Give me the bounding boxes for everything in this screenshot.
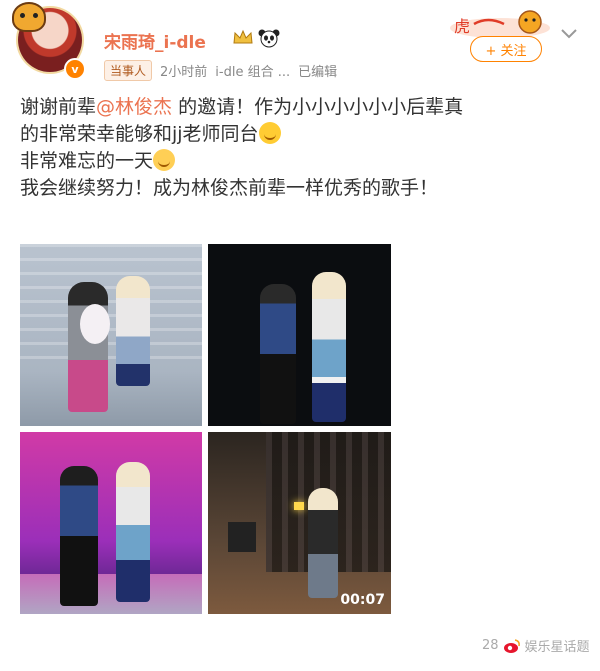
username[interactable]: 宋雨琦_i-dle [104, 28, 206, 53]
video-duration: 00:07 [340, 592, 385, 608]
panda-icon [258, 29, 280, 48]
text-segment: 非常难忘的一天 [20, 150, 154, 172]
post-time: 2小时前 [160, 65, 208, 80]
like-count[interactable]: 28 [482, 638, 499, 653]
verified-badge-icon: v [64, 58, 86, 80]
footer: 28 娱乐星话题 [482, 636, 590, 655]
post-meta: 当事人 2小时前 i-dle 组合 ... 已编辑 [104, 60, 337, 81]
post-body: 谢谢前辈@林俊杰 的邀请！作为小小小小小小后辈真 的非常荣幸能够和jj老师同台 … [20, 94, 590, 202]
post-line-4: 我会继续努力！成为林俊杰前辈一样优秀的歌手！ [20, 177, 439, 199]
svg-text:虎: 虎 [454, 17, 470, 36]
photo-1[interactable] [20, 244, 202, 426]
mention-link[interactable]: @林俊杰 [96, 96, 172, 118]
post-source[interactable]: i-dle 组合 ... [215, 61, 290, 80]
post-line-1: 谢谢前辈@林俊杰 的邀请！作为小小小小小小后辈真 [20, 94, 590, 121]
role-tag: 当事人 [104, 60, 153, 81]
post-line-3: 非常难忘的一天 [20, 148, 590, 175]
touched-emoji-icon [153, 149, 176, 171]
tiger-mascot-icon [12, 2, 46, 32]
follow-button[interactable]: + 关注 [470, 36, 542, 62]
video-thumbnail[interactable]: 00:07 [208, 432, 391, 614]
text-segment: 的非常荣幸能够和jj老师同台 [20, 123, 259, 145]
edited-label: 已编辑 [298, 65, 338, 80]
smile-emoji-icon [258, 122, 281, 144]
photo-3[interactable] [20, 432, 202, 614]
watermark-text: 娱乐星话题 [524, 640, 590, 655]
text-segment: 谢谢前辈 [20, 96, 97, 118]
text-segment: 的邀请！作为小小小小小小后辈真 [178, 96, 464, 118]
crown-badge-icon [233, 29, 253, 44]
chevron-down-icon[interactable] [560, 28, 578, 40]
post-line-2: 的非常荣幸能够和jj老师同台 [20, 121, 590, 148]
weibo-logo-icon [503, 638, 520, 653]
photo-2[interactable] [208, 244, 391, 426]
